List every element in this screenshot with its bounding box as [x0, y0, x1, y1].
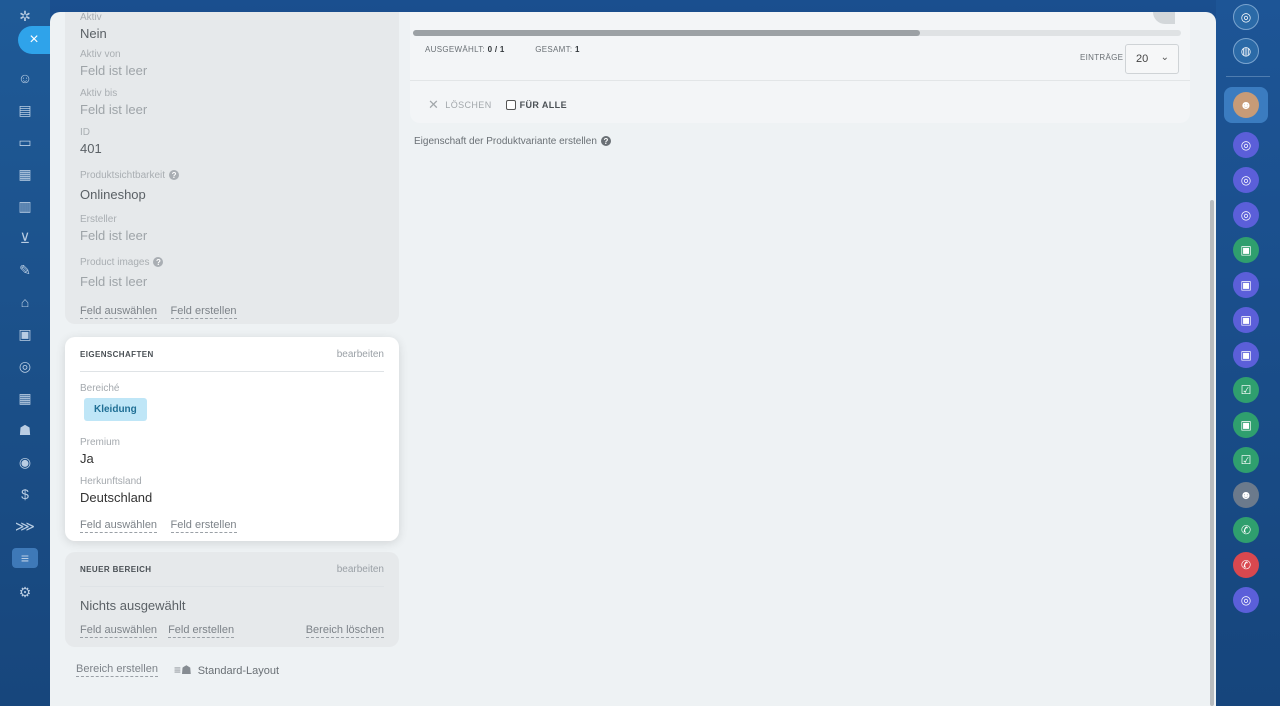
field-active: Aktiv Nein	[80, 12, 107, 41]
sites-icon[interactable]: ▣	[15, 324, 35, 344]
create-variant-property-link[interactable]: Eigenschaft der Produktvariante erstelle…	[414, 136, 611, 147]
openline-icon[interactable]: ◎	[1233, 202, 1259, 228]
cart-icon[interactable]: ⊻	[15, 228, 35, 248]
field-visibility: Produktsichtbarkeit? Onlineshop	[80, 170, 180, 202]
check-icon[interactable]: ☑	[1233, 447, 1259, 473]
check-icon[interactable]: ☑	[1233, 377, 1259, 403]
settings-icon[interactable]: ⚙	[15, 582, 35, 602]
delete-button[interactable]: ✕ LÖSCHEN	[428, 97, 492, 113]
field-sections: Bereiché Kleidung	[80, 383, 147, 421]
grid-action-panel: ✕ LÖSCHEN FÜR ALLE	[428, 97, 567, 113]
close-icon: ×	[29, 31, 39, 48]
select-field-link[interactable]: Feld auswählen	[80, 304, 158, 319]
product-details-column: Aktiv Nein Aktiv von Feld ist leer Aktiv…	[65, 12, 399, 647]
new-section-edit-link[interactable]: bearbeiten	[337, 564, 384, 575]
new-section-actions: Feld auswählen Feld erstellen Bereich lö…	[80, 623, 384, 638]
delete-section-link[interactable]: Bereich löschen	[305, 623, 384, 638]
horizontal-scrollbar-thumb[interactable]	[413, 30, 920, 36]
layout-users-icon: ≡☗	[173, 662, 192, 677]
lock-icon[interactable]: ▣	[1233, 272, 1259, 298]
help-icon[interactable]: ?	[169, 170, 180, 181]
create-field-link[interactable]: Feld erstellen	[170, 304, 237, 319]
field-premium: Premium Ja	[80, 437, 121, 466]
grid-stats: AUSGEWÄHLT: 0 / 1 GESAMT: 1	[425, 45, 580, 54]
new-section-card: NEUER BEREICH bearbeiten Nichts ausgewäh…	[65, 552, 399, 647]
box-icon[interactable]: ◎	[15, 356, 35, 376]
general-fields-card: Aktiv Nein Aktiv von Feld ist leer Aktiv…	[65, 12, 399, 324]
lock-icon[interactable]: ▣	[1233, 307, 1259, 333]
section-tag[interactable]: Kleidung	[84, 398, 147, 421]
field-id: ID 401	[80, 127, 102, 156]
target-icon[interactable]: ◉	[15, 452, 35, 472]
entries-select[interactable]: 20 ⌄	[1125, 44, 1179, 74]
openline-icon[interactable]: ◎	[1233, 132, 1259, 158]
general-field-actions: Feld auswählen Feld erstellen	[80, 301, 237, 319]
left-app-rail: ✲ ☺ ▤ ▭ ▦ ▥ ⊻ ✎ ⌂ ▣ ◎ ▦ ☗ ◉ $ ⋙ ≡ ⚙	[0, 0, 50, 706]
default-layout-button[interactable]: ≡☗ Standard-Layout	[174, 663, 279, 677]
section-bottom-actions: Bereich erstellen ≡☗ Standard-Layout	[76, 662, 279, 677]
chat-icon[interactable]: ◍	[1233, 38, 1259, 64]
entries-label: EINTRÄGE	[1080, 53, 1124, 62]
new-section-value: Nichts ausgewählt	[80, 598, 186, 613]
product-slider-panel: Aktiv Nein Aktiv von Feld ist leer Aktiv…	[50, 12, 1216, 706]
lock-icon[interactable]: ▣	[1233, 412, 1259, 438]
grid-separator	[410, 80, 1190, 81]
lock-icon[interactable]: ▣	[1233, 342, 1259, 368]
new-section-title: NEUER BEREICH	[80, 564, 152, 574]
dollar-icon[interactable]: $	[15, 484, 35, 504]
analytics-icon[interactable]: ▥	[15, 196, 35, 216]
openline-icon[interactable]: ◎	[1233, 167, 1259, 193]
for-all-checkbox[interactable]: FÜR ALLE	[505, 100, 567, 110]
select-field-link[interactable]: Feld auswählen	[80, 518, 158, 533]
help-icon[interactable]: ?	[153, 257, 164, 268]
chevron-down-icon: ⌄	[1160, 52, 1169, 63]
close-icon: ✕	[428, 97, 440, 112]
vertical-scrollbar[interactable]	[1210, 200, 1214, 706]
marketplace-icon[interactable]: ⋙	[15, 516, 35, 536]
field-product-images: Product images? Feld ist leer	[80, 257, 164, 289]
card-icon[interactable]: ▭	[15, 132, 35, 152]
rail-divider	[1226, 76, 1270, 77]
create-section-link[interactable]: Bereich erstellen	[76, 662, 158, 677]
contacts-icon[interactable]: ☺	[15, 68, 35, 88]
checkbox[interactable]	[505, 100, 516, 110]
documents-icon[interactable]: ▤	[15, 100, 35, 120]
variants-grid-footer: AUSGEWÄHLT: 0 / 1 GESAMT: 1 EINTRÄGE 20 …	[410, 12, 1190, 123]
openline-icon[interactable]: ◎	[1233, 587, 1259, 613]
avatar-face-icon: ☻	[1233, 92, 1259, 118]
properties-edit-link[interactable]: bearbeiten	[337, 349, 384, 360]
close-slider-button[interactable]: ×	[18, 26, 50, 54]
presentation-icon[interactable]: ▦	[15, 164, 35, 184]
timeman-icon[interactable]: ◎	[1233, 4, 1259, 30]
bitrix-logo-icon[interactable]: ✲	[15, 6, 35, 26]
properties-card: EIGENSCHAFTEN bearbeiten Bereiché Kleidu…	[65, 337, 399, 541]
horizontal-scrollbar[interactable]	[413, 30, 1181, 36]
lock-icon[interactable]: ▣	[1233, 237, 1259, 263]
create-field-link[interactable]: Feld erstellen	[170, 518, 237, 533]
menu-icon[interactable]: ≡	[12, 548, 38, 568]
variants-grid-column: AUSGEWÄHLT: 0 / 1 GESAMT: 1 EINTRÄGE 20 …	[410, 12, 1190, 147]
right-rail: ◎ ◍ ☻ ◎ ◎ ◎ ▣ ▣ ▣ ▣ ☑ ▣ ☑ ☻ ✆ ✆ ◎	[1216, 0, 1280, 706]
grid-corner	[1153, 12, 1175, 24]
field-origin-country: Herkunftsland Deutschland	[80, 476, 153, 505]
field-creator: Ersteller Feld ist leer	[80, 214, 148, 243]
phone-icon[interactable]: ✆	[1233, 517, 1259, 543]
tasks-icon[interactable]: ✎	[15, 260, 35, 280]
robot-icon[interactable]: ☗	[15, 420, 35, 440]
properties-card-header: EIGENSCHAFTEN bearbeiten	[80, 337, 384, 372]
phone-icon[interactable]: ✆	[1233, 552, 1259, 578]
field-active-to: Aktiv bis Feld ist leer	[80, 88, 148, 117]
new-section-header: NEUER BEREICH bearbeiten	[80, 552, 384, 587]
select-field-link[interactable]: Feld auswählen	[80, 623, 158, 638]
create-field-link[interactable]: Feld erstellen	[168, 623, 235, 638]
field-active-from: Aktiv von Feld ist leer	[80, 49, 148, 78]
calendar-icon[interactable]: ▦	[15, 388, 35, 408]
store-icon[interactable]: ⌂	[15, 292, 35, 312]
properties-title: EIGENSCHAFTEN	[80, 349, 154, 359]
properties-field-actions: Feld auswählen Feld erstellen	[80, 515, 237, 533]
contact-avatar-icon[interactable]: ☻	[1233, 482, 1259, 508]
user-avatar[interactable]: ☻	[1224, 87, 1268, 123]
help-icon[interactable]: ?	[600, 136, 611, 147]
